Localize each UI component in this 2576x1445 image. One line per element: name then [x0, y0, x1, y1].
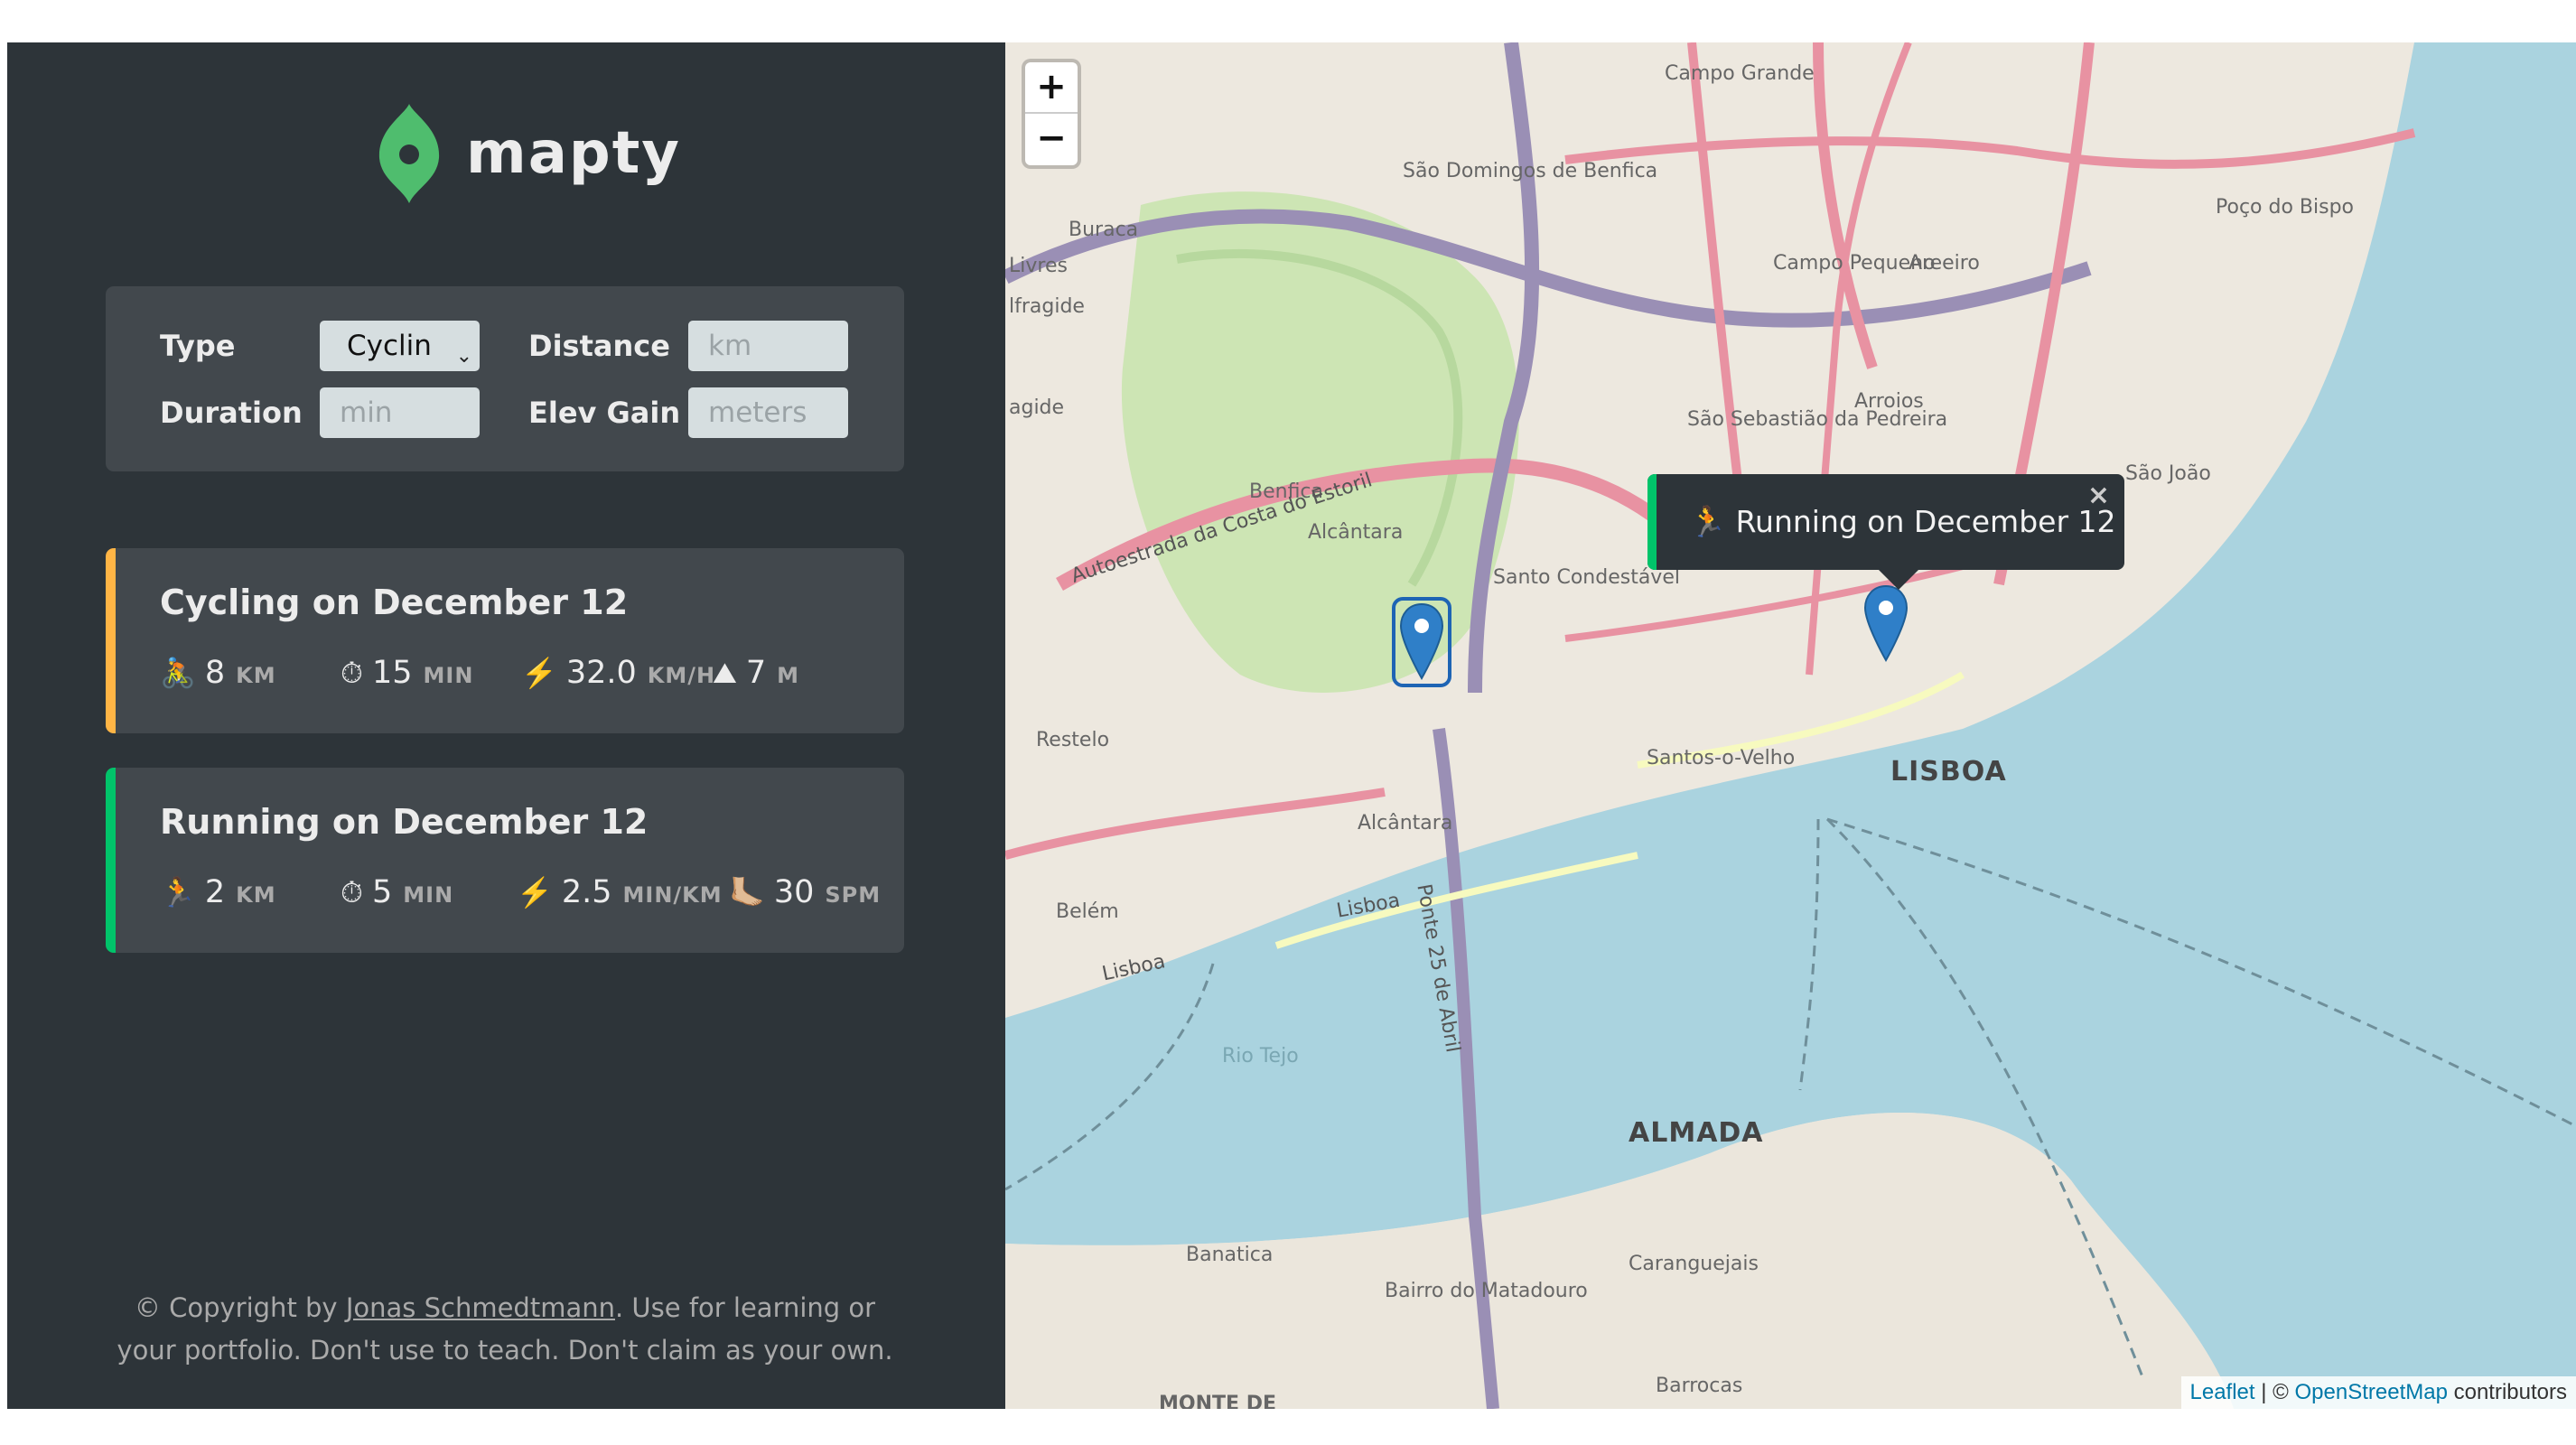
workout-item-running[interactable]: Running on December 12 🏃 2 KM ⏱ 5 MIN ⚡️…: [106, 768, 904, 953]
workout-elevation: ⛰ 7 M: [713, 655, 799, 691]
map-label-santos: Santos-o-Velho: [1647, 747, 1796, 769]
map-label-poco-bispo: Poço do Bispo: [2216, 196, 2355, 219]
chevron-down-icon: ⌄: [455, 345, 472, 368]
workout-value: 30: [773, 874, 815, 910]
stopwatch-icon: ⏱: [341, 656, 363, 690]
workout-value: 2.5: [561, 874, 612, 910]
map-label-alcantara-2: Alcântara: [1358, 812, 1453, 834]
zoom-out-button[interactable]: −: [1025, 114, 1078, 165]
workout-marker-cycling[interactable]: [1392, 597, 1451, 687]
workout-value: 7: [745, 655, 767, 691]
map-label-sao-joao: São João: [2125, 462, 2211, 485]
lightning-icon: ⚡️: [521, 656, 557, 690]
zoom-in-button[interactable]: +: [1025, 62, 1078, 114]
workout-cadence: 🦶🏼 30 SPM: [729, 874, 881, 910]
workout-title: Running on December 12: [160, 802, 649, 842]
map[interactable]: LISBOA ALMADA Campo Grande São Domingos …: [1005, 42, 2576, 1409]
map-label-belem: Belém: [1056, 900, 1119, 923]
map-label-banatica: Banatica: [1186, 1244, 1274, 1266]
popup-label: Running on December 12: [1735, 504, 2116, 539]
type-select-value: Cyclin: [347, 330, 432, 362]
workout-unit: MIN: [403, 882, 454, 908]
app-name: mapty: [466, 120, 681, 187]
map-label-alfragide: lfragide: [1009, 295, 1085, 318]
map-label-almada: ALMADA: [1629, 1117, 1764, 1149]
workout-value: 15: [371, 655, 413, 691]
sidebar: mapty Type Cyclin ⌄ Distance km Duration…: [7, 42, 1005, 1409]
workout-value: 5: [371, 874, 393, 910]
map-label-monte: MONTE DE: [1159, 1393, 1276, 1409]
copyright: © Copyright by Jonas Schmedtmann. Use fo…: [106, 1287, 904, 1372]
stopwatch-icon: ⏱: [341, 875, 363, 909]
map-label-livres: Livres: [1009, 255, 1068, 277]
lightning-icon: ⚡️: [517, 875, 553, 909]
footprint-icon: 🦶🏼: [729, 875, 765, 909]
workout-distance: 🚴 8 KM: [160, 655, 276, 691]
leaflet-link[interactable]: Leaflet: [2190, 1380, 2255, 1404]
map-label-restelo: Restelo: [1036, 729, 1110, 751]
attribution-suffix: contributors: [2447, 1380, 2567, 1404]
workout-unit: MIN/KM: [622, 882, 723, 908]
workout-unit: MIN: [423, 663, 474, 688]
duration-label: Duration: [160, 396, 303, 430]
map-label-santo-condestavel: Santo Condestável: [1493, 566, 1680, 589]
workout-item-cycling[interactable]: Cycling on December 12 🚴 8 KM ⏱ 15 MIN ⚡…: [106, 548, 904, 733]
map-label-lisboa: LISBOA: [1890, 756, 2007, 788]
elev-gain-label: Elev Gain: [528, 396, 681, 430]
popup-content: 🏃 Running on December 12: [1689, 474, 2116, 570]
workout-unit: KM: [236, 882, 276, 908]
workout-title: Cycling on December 12: [160, 583, 629, 622]
workout-unit: SPM: [825, 882, 882, 908]
distance-label: Distance: [528, 329, 670, 363]
zoom-control: + −: [1025, 62, 1078, 165]
workout-marker-running[interactable]: [1860, 583, 1912, 666]
map-label-campo-grande: Campo Grande: [1665, 62, 1815, 85]
runner-icon: 🏃: [1689, 504, 1727, 539]
workout-speed: ⚡️ 32.0 KM/H: [521, 655, 715, 691]
cyclist-icon: 🚴: [160, 656, 196, 690]
type-select[interactable]: Cyclin ⌄: [320, 321, 480, 371]
openstreetmap-link[interactable]: OpenStreetMap: [2295, 1380, 2448, 1404]
map-label-sao-sebastiao: São Sebastião da Pedreira: [1687, 408, 1948, 431]
workout-value: 32.0: [565, 655, 637, 691]
copyright-prefix: © Copyright by: [134, 1292, 346, 1323]
map-attribution: Leaflet | © OpenStreetMap contributors: [2180, 1376, 2576, 1409]
workout-duration: ⏱ 15 MIN: [341, 655, 473, 691]
distance-input[interactable]: km: [688, 321, 848, 371]
map-label-alcantara: Alcântara: [1308, 521, 1404, 544]
map-label-rio-tejo: Rio Tejo: [1222, 1045, 1299, 1067]
map-label-areeiro: Areeiro: [1909, 252, 1980, 275]
map-pin-logo-icon: [378, 104, 440, 203]
attribution-separator: | ©: [2254, 1380, 2295, 1404]
elev-gain-input[interactable]: meters: [688, 387, 848, 438]
map-label-barrocas: Barrocas: [1656, 1375, 1743, 1397]
map-label-agide: agide: [1009, 396, 1065, 419]
mountain-icon: ⛰: [713, 656, 737, 690]
workout-popup[interactable]: 🏃 Running on December 12 ×: [1647, 474, 2124, 590]
popup-tip: [1879, 570, 1918, 590]
workout-value: 8: [204, 655, 226, 691]
workout-unit: KM/H: [647, 663, 716, 688]
close-icon[interactable]: ×: [2087, 480, 2110, 511]
map-marker-icon: [1863, 584, 1909, 663]
author-link[interactable]: Jonas Schmedtmann: [346, 1292, 615, 1323]
workout-unit: M: [777, 663, 800, 688]
logo: mapty: [378, 102, 681, 205]
map-label-buraca: Buraca: [1069, 219, 1139, 241]
map-marker-icon: [1399, 602, 1444, 681]
runner-icon: 🏃: [160, 875, 196, 909]
map-label-bairro: Bairro do Matadouro: [1385, 1280, 1588, 1302]
map-label-sao-domingos: São Domingos de Benfica: [1403, 160, 1658, 182]
map-label-caranguejais: Caranguejais: [1629, 1253, 1759, 1275]
workout-duration: ⏱ 5 MIN: [341, 874, 453, 910]
workout-form: Type Cyclin ⌄ Distance km Duration min E…: [106, 286, 904, 471]
workout-value: 2: [204, 874, 226, 910]
workout-distance: 🏃 2 KM: [160, 874, 276, 910]
duration-input[interactable]: min: [320, 387, 480, 438]
workout-pace: ⚡️ 2.5 MIN/KM: [517, 874, 723, 910]
map-tiles: [1005, 42, 2576, 1409]
workout-unit: KM: [236, 663, 276, 688]
type-label: Type: [160, 329, 236, 363]
